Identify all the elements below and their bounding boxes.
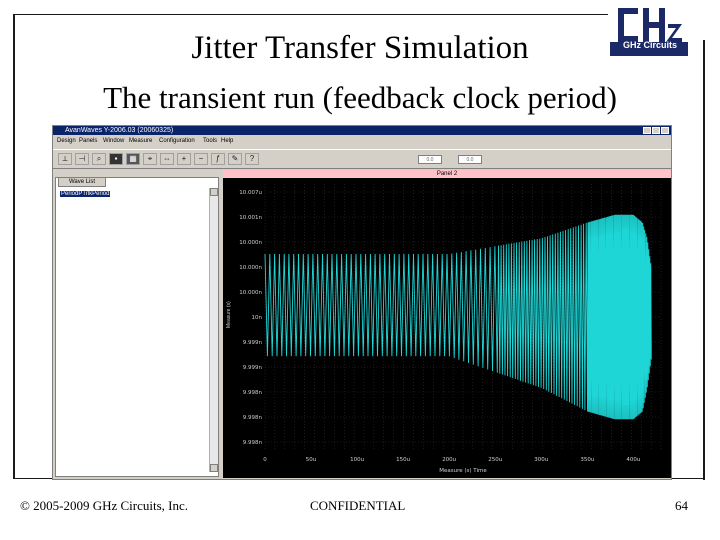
toolbar-field-1[interactable]: 0.0 (418, 155, 442, 164)
menu-bar: Design Panels Window Measure Configurati… (53, 136, 671, 147)
y-tick-label: 10n (252, 315, 263, 321)
x-tick-label: 50u (306, 457, 316, 463)
window-titlebar: AvanWaves Y-2006.03 (20060325) (53, 126, 671, 135)
maximize-button[interactable] (652, 127, 660, 134)
x-tick-label: 300u (534, 457, 548, 463)
x-tick-label: 400u (626, 457, 640, 463)
menu-help[interactable]: Help (221, 138, 233, 144)
waveform-plot[interactable]: 10.007u 10.001n 10.000n 10.000n 10.000n 10n 9.… (223, 178, 671, 478)
y-tick-label: 9.998n (243, 415, 263, 421)
x-tick-label: 100u (350, 457, 364, 463)
close-button[interactable] (661, 127, 669, 134)
footer-confidential: CONFIDENTIAL (310, 498, 406, 513)
wave-list-item-label: PeriodPTrlkPeriod (60, 191, 111, 197)
y-tick-label: 10.000n (239, 290, 262, 296)
y-tick-label: 9.999n (243, 340, 263, 346)
zoom-tool-icon[interactable]: ⌕ (92, 153, 106, 165)
y-tick-label: 10.007u (239, 190, 262, 196)
minimize-button[interactable] (643, 127, 651, 134)
expression-tool-icon[interactable]: ƒ (211, 153, 225, 165)
y-tick-label: 10.000n (239, 265, 262, 271)
slide-subtitle: The transient run (feedback clock period… (103, 80, 617, 115)
menu-configuration[interactable]: Configuration (159, 138, 195, 144)
y-tick-label: 9.998n (243, 390, 263, 396)
plot-panel-header: Panel 2 (223, 170, 671, 178)
zoom-in-tool-icon[interactable]: + (177, 153, 191, 165)
scroll-down-button[interactable] (210, 464, 218, 472)
measure-tool-icon[interactable]: ⊣ (75, 153, 89, 165)
window-title: AvanWaves Y-2006.03 (20060325) (65, 127, 174, 134)
waveform-chart: 10.007u 10.001n 10.000n 10.000n 10.000n 10n 9.… (239, 184, 662, 474)
panel-tool-icon[interactable]: ▪ (109, 153, 123, 165)
toolbar: ⟂ ⊣ ⌕ ▪ ▦ ⌖ ⇔ + − ƒ ✎ ? 0.0 0.0 (53, 149, 671, 169)
grid-tool-icon[interactable]: ▦ (126, 153, 140, 165)
x-tick-label: 200u (442, 457, 456, 463)
tag-tool-icon[interactable]: ✎ (228, 153, 242, 165)
wave-list-panel: Wave List PeriodPTrlkPeriod (55, 177, 219, 477)
x-tick-label: 0 (263, 457, 267, 463)
footer-copyright: © 2005-2009 GHz Circuits, Inc. (20, 498, 189, 513)
wave-list-tab[interactable]: Wave List (58, 177, 106, 187)
menu-design[interactable]: Design (57, 138, 76, 144)
slide-title: Jitter Transfer Simulation (191, 30, 529, 66)
fit-tool-icon[interactable]: ⇔ (160, 153, 174, 165)
y-tick-label: 10.000n (239, 240, 262, 246)
scroll-up-button[interactable] (210, 188, 218, 196)
help-tool-icon[interactable]: ? (245, 153, 259, 165)
waveform-viewer-window: AvanWaves Y-2006.03 (20060325) Design Pa… (52, 125, 672, 480)
waveform-tool-icon[interactable]: ⟂ (58, 153, 72, 165)
menu-tools[interactable]: Tools (203, 138, 217, 144)
x-tick-label: 150u (396, 457, 410, 463)
cursor-tool-icon[interactable]: ⌖ (143, 153, 157, 165)
y-tick-label: 9.998n (243, 440, 263, 446)
footer-page-number: 64 (675, 498, 688, 513)
menu-panels[interactable]: Panels (79, 138, 97, 144)
y-axis-label: Measure (s) (226, 301, 232, 328)
zoom-out-tool-icon[interactable]: − (194, 153, 208, 165)
y-tick-label: 10.001n (239, 215, 262, 221)
wave-list-scrollbar[interactable] (209, 188, 218, 472)
x-tick-label: 350u (580, 457, 594, 463)
menu-window[interactable]: Window (103, 138, 124, 144)
toolbar-field-2[interactable]: 0.0 (458, 155, 482, 164)
wave-list-item[interactable]: PeriodPTrlkPeriod (60, 191, 111, 197)
frame-top-line (13, 14, 608, 15)
y-tick-label: 9.999n (243, 365, 263, 371)
menu-measure[interactable]: Measure (129, 138, 152, 144)
x-tick-label: 250u (488, 457, 502, 463)
x-axis-label: Measure (s) Time (439, 468, 487, 474)
